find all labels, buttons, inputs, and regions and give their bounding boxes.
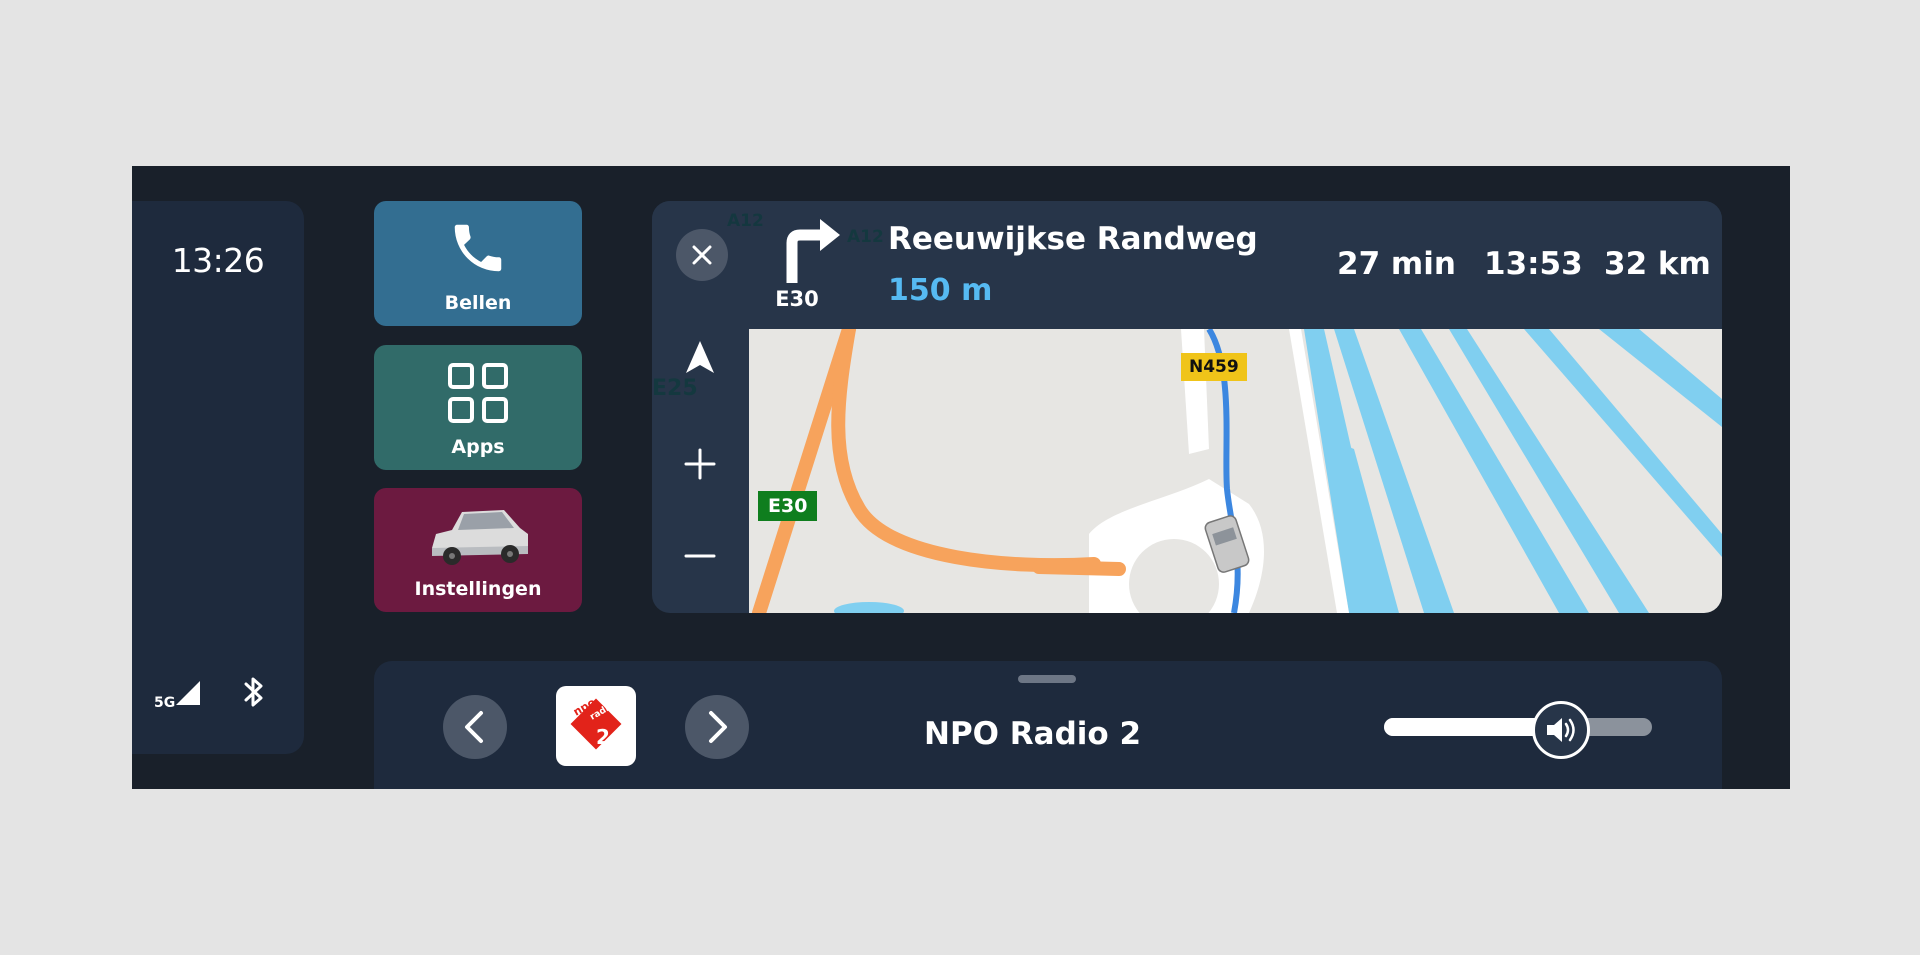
zoom-in-button[interactable] <box>652 419 749 509</box>
close-navigation-button[interactable] <box>676 229 728 281</box>
navigation-card: E30 N459 A12 A12 E30 Reeuwijkse Randweg … <box>652 201 1722 613</box>
next-station-button[interactable] <box>685 695 749 759</box>
station-logo[interactable]: npo radio 2 <box>556 686 636 766</box>
signal-icon <box>176 681 200 705</box>
speaker-icon <box>1546 718 1575 742</box>
chevron-right-icon <box>709 711 727 743</box>
bluetooth-icon[interactable] <box>242 675 266 709</box>
car-display: 13:26 5G Bellen Apps Instellingen E30 N4… <box>132 166 1790 789</box>
previous-station-button[interactable] <box>443 695 507 759</box>
volume-slider[interactable] <box>1384 718 1652 736</box>
media-drawer-handle[interactable] <box>1018 675 1076 683</box>
phone-tile-label: Bellen <box>444 292 512 314</box>
map-label-faded: A12 <box>847 227 884 247</box>
map-label-faded: A12 <box>727 211 764 231</box>
media-bar: npo radio 2 NPO Radio 2 <box>374 661 1722 789</box>
road-shield-n459: N459 <box>1181 353 1247 381</box>
station-name: NPO Radio 2 <box>924 716 1142 752</box>
npo-radio-2-logo: npo radio 2 <box>570 695 622 750</box>
remaining-distance: 32 km <box>1604 246 1711 282</box>
maneuver-distance: 150 m <box>888 273 993 308</box>
phone-tile[interactable]: Bellen <box>374 201 582 326</box>
road-shield-e30: E30 <box>758 491 818 521</box>
zoom-out-button[interactable] <box>652 511 749 601</box>
settings-tile[interactable]: Instellingen <box>374 488 582 612</box>
turn-right-icon <box>786 219 840 283</box>
apps-tile[interactable]: Apps <box>374 345 582 470</box>
settings-tile-label: Instellingen <box>414 578 542 600</box>
map-view[interactable]: E30 N459 <box>749 329 1722 613</box>
street-name: Reeuwijkse Randweg <box>888 221 1258 257</box>
status-panel: 13:26 5G <box>132 201 304 754</box>
chevron-left-icon <box>465 711 483 743</box>
car-icon <box>432 510 528 565</box>
maneuver-road-label: E30 <box>775 287 819 311</box>
zoom-out-icon <box>684 554 716 558</box>
trip-duration: 27 min <box>1337 246 1456 282</box>
logo-text-num: 2 <box>596 725 610 749</box>
close-icon <box>692 245 712 265</box>
network-type-label: 5G <box>154 695 176 711</box>
recenter-icon <box>686 341 714 373</box>
volume-knob[interactable] <box>1531 701 1590 759</box>
arrival-time: 13:53 <box>1484 246 1583 282</box>
clock: 13:26 <box>171 241 265 280</box>
phone-icon <box>454 224 502 272</box>
zoom-in-icon <box>684 448 716 480</box>
apps-grid-icon <box>448 363 508 423</box>
apps-tile-label: Apps <box>451 436 505 458</box>
recenter-button[interactable] <box>652 329 749 419</box>
